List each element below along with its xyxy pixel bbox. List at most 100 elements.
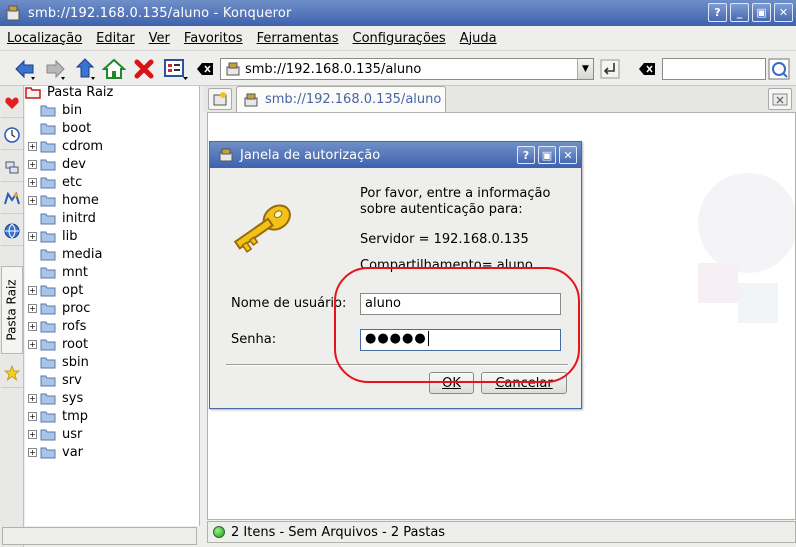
expand-plus-icon[interactable]: + [28,411,37,421]
smb-tab-icon [244,93,258,106]
minimize-button[interactable]: _ [730,3,749,22]
sidebar-tab-services[interactable] [1,358,23,388]
menu-favoritos[interactable]: Favoritos [177,31,250,46]
stop-button[interactable] [131,56,157,82]
location-combobox[interactable]: smb://192.168.0.135/aluno ▼ [220,58,594,80]
folder-tree: Pasta Raiz bin boot + cdrom + dev + etc + home ini… [25,83,200,526]
tree-item-dev[interactable]: + dev [28,155,86,173]
expand-plus-icon[interactable]: + [28,285,37,295]
tree-item-initrd[interactable]: initrd [28,209,96,227]
tab-smb-aluno[interactable]: smb://192.168.0.135/aluno [236,86,446,112]
tree-item-srv[interactable]: srv [28,371,82,389]
tree-item-media[interactable]: media [28,245,103,263]
back-button[interactable] [12,56,38,82]
tree-item-cdrom[interactable]: + cdrom [28,137,103,155]
clear-location-button[interactable] [194,56,216,82]
dialog-close-button[interactable]: ✕ [559,146,577,164]
tree-item-sbin[interactable]: sbin [28,353,89,371]
help-button[interactable]: ? [708,3,727,22]
maximize-button[interactable]: ▣ [752,3,771,22]
close-button[interactable]: ✕ [774,3,793,22]
menu-ferramentas[interactable]: Ferramentas [250,31,346,46]
sidebar-tab-bookmarks[interactable] [1,88,23,118]
tree-item-label: srv [62,372,82,388]
sidebar-tab-media[interactable] [1,184,23,214]
tree-item-home[interactable]: + home [28,191,99,209]
folder-icon [40,375,56,386]
expand-plus-icon[interactable]: + [28,447,37,457]
search-engine-button[interactable] [767,56,791,82]
tree-item-label: initrd [62,210,96,226]
search-input[interactable] [662,58,766,80]
menu-localizacao[interactable]: Localização [0,31,89,46]
tree-item-etc[interactable]: + etc [28,173,82,191]
dialog-help-button[interactable]: ? [517,146,535,164]
tree-item-tmp[interactable]: + tmp [28,407,88,425]
window-titlebar[interactable]: smb://192.168.0.135/aluno - Konqueror ? … [0,0,796,26]
clear-search-button[interactable] [636,56,658,82]
tree-item-var[interactable]: + var [28,443,83,461]
tree-item-label: home [62,192,99,208]
close-tab-button[interactable] [768,88,792,110]
tree-item-rofs[interactable]: + rofs [28,317,86,335]
sidebar-tab-web[interactable] [1,216,23,246]
sidebar-tab-root-folder[interactable]: Pasta Raiz [1,266,23,354]
search-engine-icon [768,58,790,80]
media-player-icon [4,191,20,204]
tree-item-label: mnt [62,264,88,280]
tree-item-sys[interactable]: + sys [28,389,83,407]
view-mode-button[interactable] [163,56,189,82]
home-button[interactable] [101,56,127,82]
folder-icon [40,195,56,206]
tree-item-root[interactable]: + root [28,335,88,353]
globe-icon [4,223,20,239]
folder-icon [40,429,56,440]
new-tab-button[interactable] [208,88,232,110]
expand-plus-icon[interactable]: + [28,231,37,241]
background-mascot-icon [698,173,795,323]
menu-editar[interactable]: Editar [89,31,142,46]
expand-plus-icon[interactable]: + [28,393,37,403]
sidebar-tab-network[interactable] [1,152,23,182]
view-mode-icon [164,59,188,80]
tree-item-label: root [62,336,89,352]
expand-plus-icon[interactable]: + [28,339,37,349]
menu-ver[interactable]: Ver [142,31,177,46]
sidebar-tab-label: Pasta Raiz [5,279,19,341]
tree-item-label: usr [62,426,83,442]
up-button[interactable] [72,56,98,82]
tree-item-label: media [62,246,103,262]
tree-item-opt[interactable]: + opt [28,281,83,299]
tree-root-item[interactable]: Pasta Raiz [25,83,113,101]
folder-icon [40,213,56,224]
tree-item-label: boot [62,120,92,136]
expand-plus-icon[interactable]: + [28,429,37,439]
expand-plus-icon[interactable]: + [28,159,37,169]
dialog-maximize-button[interactable]: ▣ [538,146,556,164]
menu-ajuda[interactable]: Ajuda [453,31,504,46]
chevron-down-icon: ▼ [582,64,589,74]
menu-configuracoes[interactable]: Configurações [346,31,453,46]
tree-item-usr[interactable]: + usr [28,425,82,443]
expand-plus-icon[interactable]: + [28,321,37,331]
tree-item-label: sys [62,390,84,406]
go-button[interactable] [598,56,622,82]
expand-plus-icon[interactable]: + [28,303,37,313]
expand-plus-icon[interactable]: + [28,195,37,205]
expand-plus-icon[interactable]: + [28,141,37,151]
location-input[interactable]: smb://192.168.0.135/aluno [245,62,577,77]
tree-item-proc[interactable]: + proc [28,299,90,317]
tree-item-mnt[interactable]: mnt [28,263,88,281]
location-dropdown-button[interactable]: ▼ [577,59,593,79]
tree-item-label: bin [62,102,83,118]
tree-item-lib[interactable]: + lib [28,227,77,245]
tree-item-label: proc [62,300,91,316]
dialog-titlebar[interactable]: Janela de autorização ? ▣ ✕ [210,142,581,168]
sidebar-tab-history[interactable] [1,120,23,150]
tree-item-bin[interactable]: bin [28,101,82,119]
expand-plus-icon[interactable]: + [28,177,37,187]
tree-item-boot[interactable]: boot [28,119,91,137]
forward-button[interactable] [42,56,68,82]
server-text: Servidor = 192.168.0.135 [360,232,529,247]
tree-item-label: var [62,444,84,460]
